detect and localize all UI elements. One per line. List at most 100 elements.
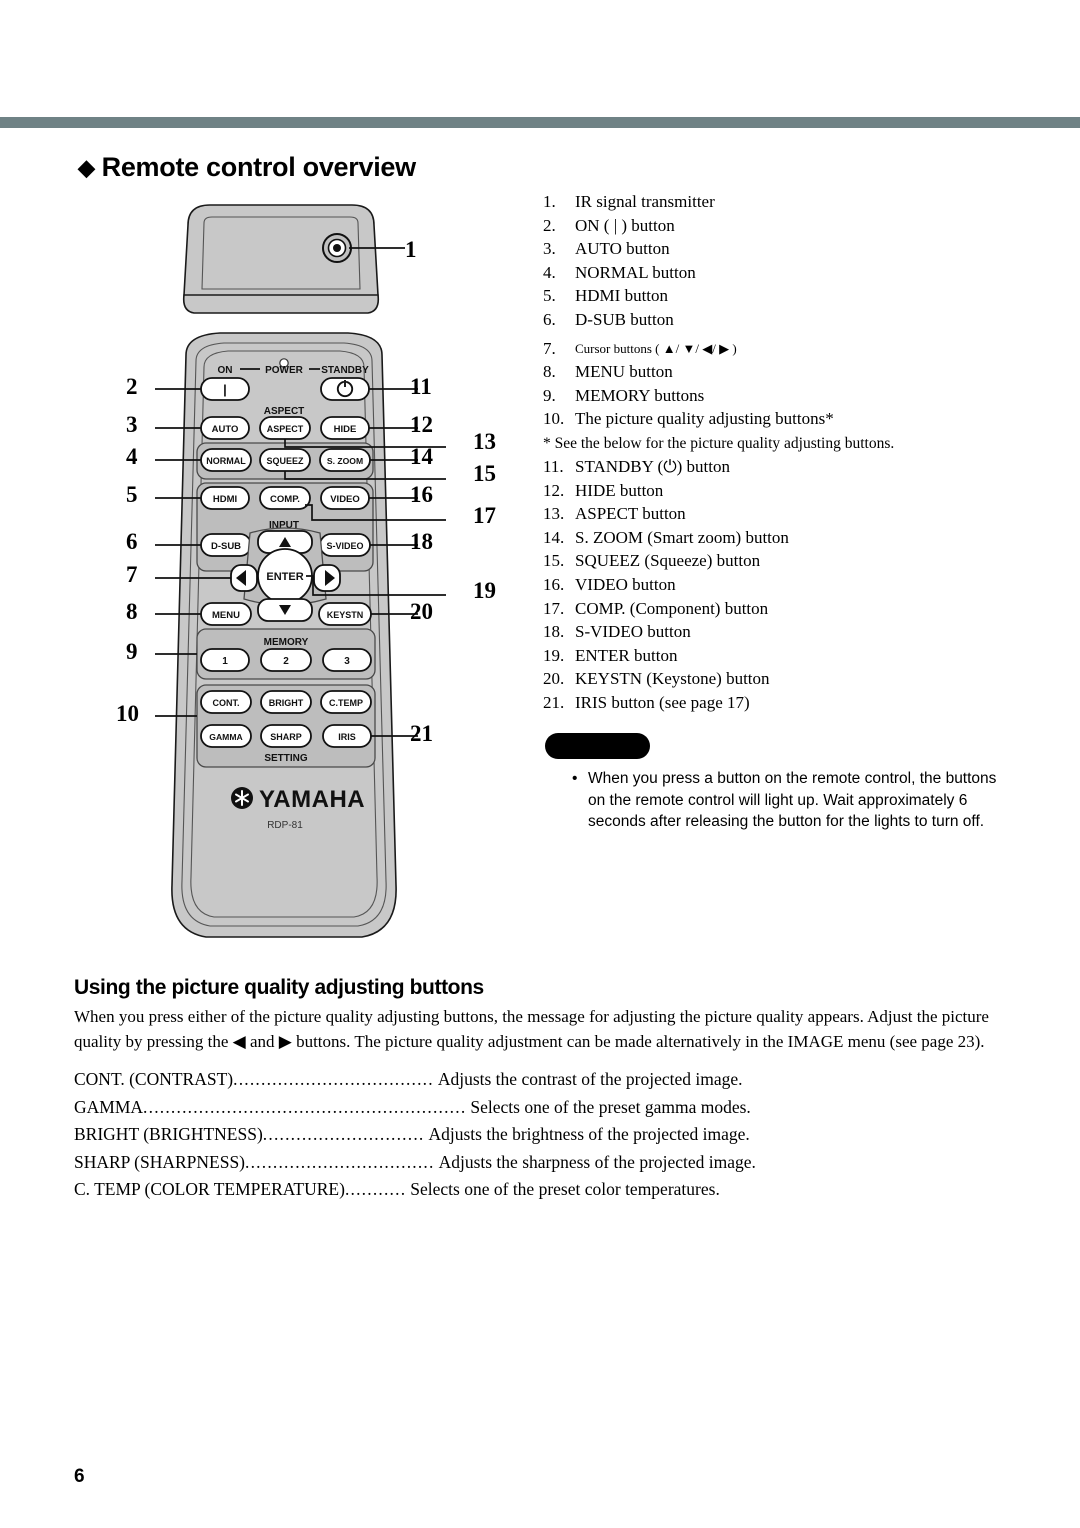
callout-7: 7 [126, 562, 138, 587]
definition-term: SHARP (SHARPNESS) [74, 1151, 246, 1172]
list-item-label: VIDEO button [575, 574, 676, 594]
definition-row: GAMMA ..................................… [74, 1094, 774, 1122]
definition-list: CONT. (CONTRAST) .......................… [74, 1066, 774, 1204]
page-title: ◆ Remote control overview [78, 152, 416, 183]
button-on-label: | [223, 382, 227, 397]
note-box: • When you press a button on the remote … [572, 768, 1007, 833]
definition-description: Adjusts the brightness of the projected … [428, 1124, 750, 1145]
list-item: 18. S-VIDEO button [543, 620, 1013, 644]
callout-5: 5 [126, 482, 138, 507]
list-item-number: 15. [543, 551, 565, 571]
definition-row: C. TEMP (COLOR TEMPERATURE) ........... … [74, 1176, 774, 1204]
list-item: 3. AUTO button [543, 237, 1013, 261]
note-tag [545, 733, 650, 759]
subsection-title: Using the picture quality adjusting butt… [74, 976, 484, 999]
label-aspect: ASPECT [264, 406, 305, 417]
remote-front-view: ON POWER STANDBY | ASPECT AUTO ASPECT HI… [171, 332, 397, 938]
callout-12: 12 [410, 412, 433, 437]
list-item-number: 18. [543, 622, 565, 642]
button-dsub-label: D-SUB [211, 541, 241, 552]
list-item-number: 3. [543, 239, 556, 259]
callout-19: 19 [473, 578, 496, 603]
diamond-bullet-icon: ◆ [78, 155, 95, 180]
list-item: 20. KEYSTN (Keystone) button [543, 667, 1013, 691]
callout-10: 10 [116, 701, 139, 726]
subsection-paragraph: When you press either of the picture qua… [74, 1007, 989, 1051]
button-gamma-label: GAMMA [209, 732, 242, 742]
list-item: 1. IR signal transmitter [543, 190, 1013, 214]
button-enter-label: ENTER [266, 571, 303, 583]
callout-3: 3 [126, 412, 138, 437]
list-item-label: HDMI button [575, 286, 669, 306]
definition-term: BRIGHT (BRIGHTNESS) [74, 1124, 263, 1145]
component-list: 1. IR signal transmitter 2. ON ( | ) but… [543, 190, 1013, 714]
list-item-label: IR signal transmitter [575, 192, 715, 211]
callout-13: 13 [473, 429, 496, 454]
list-item-number: 17. [543, 598, 565, 618]
remote-top-view [182, 204, 380, 314]
list-item-label: MEMORY buttons [575, 385, 705, 405]
button-keystn-label: KEYSTN [327, 610, 364, 620]
list-item: 9. MEMORY buttons [543, 384, 1013, 408]
label-setting: SETTING [264, 753, 308, 764]
list-item: 4. NORMAL button [543, 261, 1013, 285]
callout-11: 11 [410, 374, 432, 399]
list-item-label: HIDE button [575, 480, 664, 500]
list-item-label: STANDBY (⏻) button [575, 456, 731, 476]
list-item-number: 19. [543, 645, 565, 665]
callout-15: 15 [473, 461, 496, 486]
model-text: RDP-81 [267, 820, 303, 831]
callout-20: 20 [410, 599, 433, 624]
list-item-label: KEYSTN (Keystone) button [575, 669, 770, 689]
list-item: 7. Cursor buttons ( ▲/ ▼/ ◀/ ▶ ) [543, 337, 1013, 361]
list-item: 11. STANDBY (⏻) button [543, 455, 1013, 479]
list-item-number: 20. [543, 669, 565, 689]
list-item-number: 12. [543, 480, 565, 500]
list-item-label: MENU button [575, 362, 673, 382]
button-auto-label: AUTO [212, 424, 239, 435]
list-item-number: 6. [543, 309, 556, 329]
callout-8: 8 [126, 599, 138, 624]
callout-1: 1 [405, 237, 417, 262]
button-svideo-label: S-VIDEO [326, 541, 363, 551]
definition-leader: .................................. [245, 1151, 435, 1172]
callout-6: 6 [126, 529, 138, 554]
definition-leader: ........... [344, 1179, 407, 1200]
button-hide-label: HIDE [334, 424, 357, 435]
definition-leader: .................................... [233, 1069, 434, 1089]
list-item-number: 1. [543, 192, 556, 211]
header-rule [0, 117, 1080, 128]
brand-text: YAMAHA [259, 786, 365, 813]
definition-row: BRIGHT (BRIGHTNESS) ....................… [74, 1121, 774, 1149]
label-on: ON [218, 365, 233, 376]
button-memory-1-label: 1 [222, 656, 228, 667]
button-iris-label: IRIS [338, 732, 356, 742]
callout-4: 4 [126, 444, 138, 469]
list-item-number: 16. [543, 574, 565, 594]
definition-row: CONT. (CONTRAST) .......................… [74, 1066, 774, 1094]
list-item-label: ASPECT button [575, 504, 686, 524]
list-item: 8. MENU button [543, 360, 1013, 384]
label-memory: MEMORY [264, 637, 309, 648]
label-power: POWER [265, 365, 304, 376]
callout-17: 17 [473, 503, 496, 528]
list-item: 16. VIDEO button [543, 573, 1013, 597]
list-item-label: AUTO button [575, 239, 670, 259]
callout-2: 2 [126, 374, 138, 399]
list-item-label: S-VIDEO button [575, 622, 691, 642]
remote-control-illustration: .shell{fill:#c8c8c8;stroke:#1a1a1a;strok… [100, 195, 530, 955]
list-item-label: ENTER button [575, 645, 678, 665]
definition-leader: ........................................… [143, 1096, 467, 1117]
button-normal-label: NORMAL [206, 456, 246, 466]
callout-21: 21 [410, 721, 433, 746]
list-item: 2. ON ( | ) button [543, 214, 1013, 238]
list-item: 15. SQUEEZ (Squeeze) button [543, 549, 1013, 573]
callout-9: 9 [126, 639, 138, 664]
button-video-label: VIDEO [330, 494, 360, 505]
list-item-number: 9. [543, 385, 556, 405]
list-item-number: 10. [543, 409, 565, 429]
list-item-number: 5. [543, 286, 556, 306]
button-aspect-label: ASPECT [267, 424, 304, 434]
list-item-label: The picture quality adjusting buttons* [575, 409, 834, 429]
definition-description: Selects one of the preset color temperat… [410, 1179, 720, 1200]
